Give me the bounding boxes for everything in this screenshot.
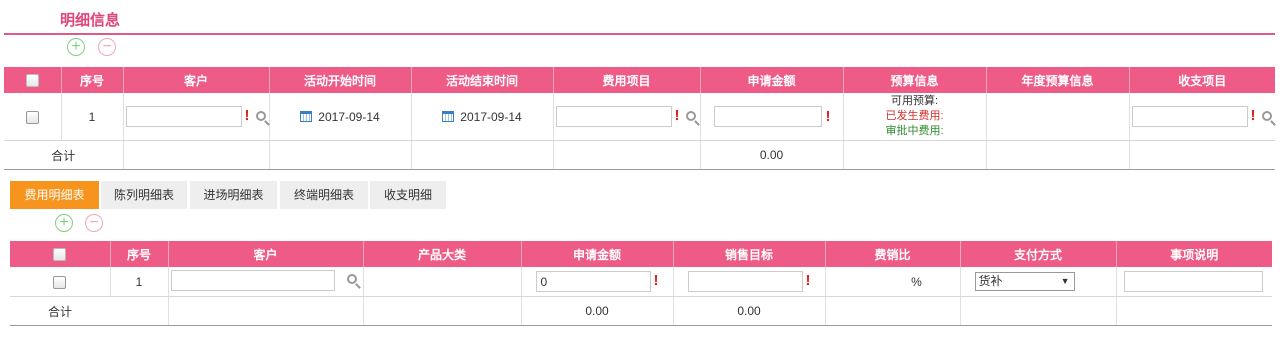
calendar-icon[interactable] [300,110,313,122]
expense-item-input[interactable] [555,106,672,127]
amount-cell: 0 ! [520,267,673,297]
budget-pending: 审批中费用: [885,125,944,137]
search-icon[interactable] [255,111,266,121]
col-amount: 申请金额 [520,241,673,267]
row-index: 1 [109,267,168,297]
section-title: 明细信息 [60,12,121,29]
row-index: 1 [60,93,123,141]
table-header: 序号 客户 活动开始时间 活动结束时间 费用项目 申请金额 预算信息 年度预算信… [4,67,1275,93]
remarks-input[interactable] [1123,271,1263,292]
col-amount: 申请金额 [699,67,843,93]
required-icon: ! [1250,107,1256,124]
col-product-category: 产品大类 [362,241,521,267]
row-checkbox[interactable] [10,267,110,297]
col-sales-target: 销售目标 [672,241,825,267]
table-row: 1 0 ! ! % 货补 ▼ [10,267,1272,297]
chevron-down-icon: ▼ [1060,276,1070,286]
total-label: 合计 [4,140,123,170]
col-income-expense: 收支项目 [1128,67,1275,93]
table-row: 1 ! 2017-09-14 2017-09-14 ! ! 可用预算: 已发生费… [4,93,1275,141]
cost-sales-ratio-cell: % [824,267,960,297]
sales-target-input[interactable] [687,271,803,292]
select-all-checkbox[interactable] [4,67,61,93]
amount-input[interactable] [713,106,822,127]
add-row-button[interactable]: + [55,214,73,232]
expense-detail-table: 序号 客户 产品大类 申请金额 销售目标 费销比 支付方式 事项说明 1 0 !… [10,241,1272,326]
customer-input[interactable] [125,106,242,127]
remove-row-button[interactable]: − [98,38,116,56]
title-divider [4,33,1275,35]
col-index: 序号 [60,67,123,93]
col-customer: 客户 [122,67,269,93]
total-row: 合计 0.00 0.00 [10,296,1272,326]
total-amount: 0.00 [699,140,843,170]
amount-input[interactable]: 0 [535,271,651,292]
annual-budget-cell [985,93,1129,141]
total-row: 合计 0.00 [4,140,1275,170]
row-checkbox[interactable] [4,93,61,141]
col-budget-info: 预算信息 [842,67,986,93]
col-start-time: 活动开始时间 [268,67,411,93]
select-all-checkbox[interactable] [10,241,110,267]
required-icon: ! [674,107,680,124]
income-expense-input[interactable] [1131,106,1248,127]
payment-method-select[interactable]: 货补 ▼ [974,272,1075,291]
total-sales-target: 0.00 [672,296,825,326]
calendar-icon[interactable] [442,110,455,122]
table-header: 序号 客户 产品大类 申请金额 销售目标 费销比 支付方式 事项说明 [10,241,1272,267]
required-icon: ! [244,107,250,124]
ratio-unit: % [911,274,922,289]
budget-available: 可用预算: [890,95,939,107]
col-customer: 客户 [167,241,363,267]
col-annual-budget: 年度预算信息 [985,67,1129,93]
tab-terminal-detail[interactable]: 终端明细表 [280,181,368,209]
end-date-cell[interactable]: 2017-09-14 [410,93,553,141]
required-icon: ! [805,272,811,289]
start-date-cell[interactable]: 2017-09-14 [268,93,411,141]
total-label: 合计 [10,296,168,326]
tab-display-detail[interactable]: 陈列明细表 [101,181,187,209]
budget-info-cell: 可用预算: 已发生费用: 审批中费用: [842,93,986,141]
payment-method-value: 货补 [978,274,1003,288]
col-index: 序号 [109,241,168,267]
tab-expense-detail[interactable]: 费用明细表 [10,181,99,209]
amount-cell: ! [699,93,843,141]
customer-cell [167,267,363,297]
search-icon[interactable] [685,111,696,121]
remove-row-button[interactable]: − [85,214,103,232]
budget-incurred: 已发生费用: [885,110,944,122]
income-expense-cell: ! [1128,93,1275,141]
search-icon[interactable] [346,274,357,284]
payment-method-cell: 货补 ▼ [959,267,1116,297]
tab-income-expense-detail[interactable]: 收支明细 [370,181,446,209]
tab-entry-detail[interactable]: 进场明细表 [190,181,277,209]
start-date[interactable]: 2017-09-14 [318,110,379,124]
detail-table: 序号 客户 活动开始时间 活动结束时间 费用项目 申请金额 预算信息 年度预算信… [4,67,1275,170]
total-amount: 0.00 [520,296,673,326]
customer-cell: ! [122,93,269,141]
product-category-cell [362,267,521,297]
col-end-time: 活动结束时间 [410,67,553,93]
end-date[interactable]: 2017-09-14 [460,110,521,124]
required-icon: ! [653,272,659,289]
customer-input[interactable] [170,270,335,291]
add-row-button[interactable]: + [67,38,85,56]
search-icon[interactable] [1261,111,1272,121]
required-icon: ! [825,108,831,125]
sales-target-cell: ! [672,267,825,297]
col-cost-sales-ratio: 费销比 [824,241,960,267]
col-expense-item: 费用项目 [552,67,700,93]
col-payment-method: 支付方式 [959,241,1116,267]
remarks-cell [1115,267,1272,297]
expense-item-cell: ! [552,93,700,141]
col-remarks: 事项说明 [1115,241,1272,267]
